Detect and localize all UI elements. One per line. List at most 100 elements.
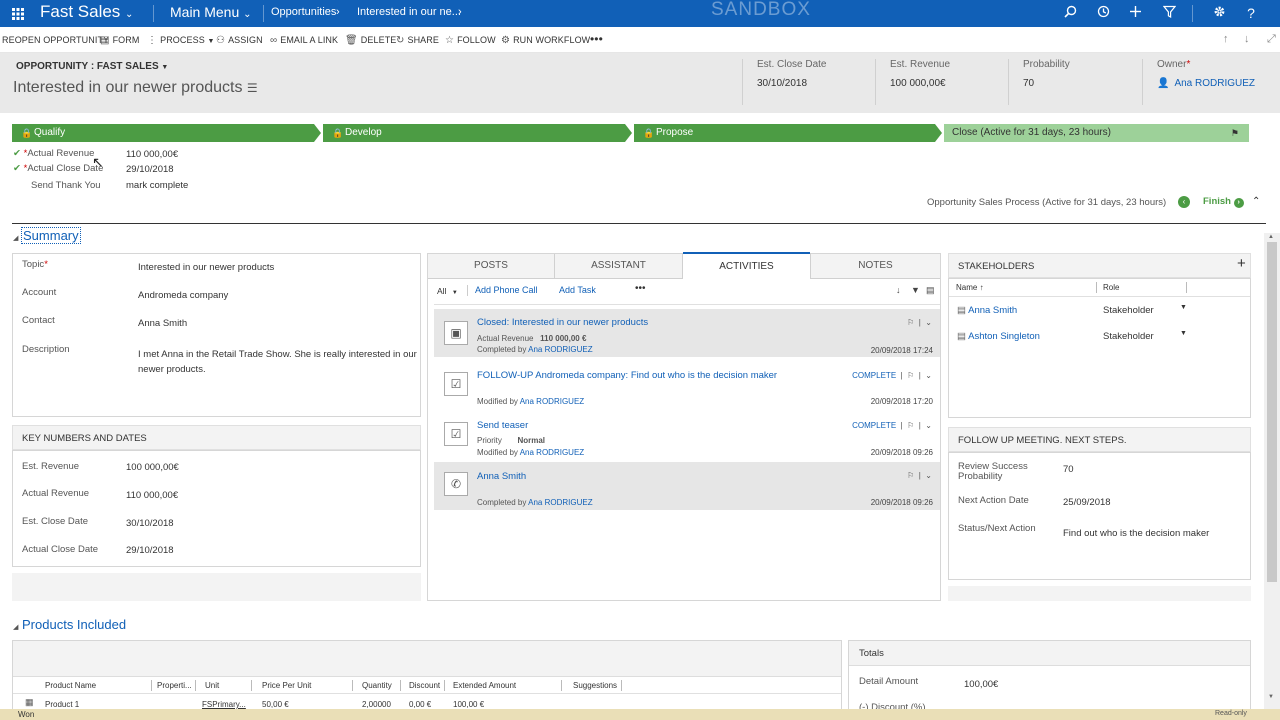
add-task-link[interactable]: Add Task bbox=[559, 285, 596, 295]
field-value[interactable]: 100 000,00€ bbox=[126, 462, 179, 473]
tab-activities[interactable]: ACTIVITIES bbox=[682, 253, 811, 279]
help-icon[interactable]: ? bbox=[1240, 3, 1262, 23]
column-header[interactable]: Price Per Unit bbox=[262, 681, 311, 690]
plus-icon[interactable] bbox=[1124, 3, 1146, 23]
stage-develop[interactable]: 🔒 Develop bbox=[323, 124, 625, 142]
column-header[interactable]: Discount bbox=[409, 681, 440, 690]
table-cell[interactable]: Product 1 bbox=[45, 700, 79, 709]
gear-icon[interactable] bbox=[1208, 3, 1230, 23]
field-value[interactable]: 30/10/2018 bbox=[757, 78, 876, 89]
activity-title[interactable]: Anna Smith bbox=[477, 471, 526, 482]
stage-qualify[interactable]: 🔒 Qualify bbox=[12, 124, 314, 142]
by-user-link[interactable]: Ana RODRIGUEZ bbox=[520, 397, 584, 406]
table-cell[interactable]: 50,00 € bbox=[262, 700, 289, 709]
field-value[interactable]: 100 000,00€ bbox=[890, 78, 1009, 89]
field-value[interactable]: 110 000,00€ bbox=[126, 490, 178, 501]
stakeholder-name-link[interactable]: Anna Smith bbox=[968, 305, 1017, 316]
follow-button[interactable]: ☆ FOLLOW bbox=[445, 35, 496, 46]
step-value[interactable]: 110 000,00€ bbox=[126, 149, 178, 160]
table-cell[interactable]: 0,00 € bbox=[409, 700, 431, 709]
breadcrumb-opportunities[interactable]: Opportunities bbox=[271, 6, 336, 18]
by-user-link[interactable]: Ana RODRIGUEZ bbox=[528, 498, 592, 507]
sort-icon[interactable]: ↓ bbox=[896, 285, 901, 295]
stakeholder-name-link[interactable]: Ashton Singleton bbox=[968, 331, 1040, 342]
activity-title[interactable]: FOLLOW-UP Andromeda company: Find out wh… bbox=[477, 370, 777, 381]
by-user-link[interactable]: Ana RODRIGUEZ bbox=[528, 345, 592, 354]
advanced-find-icon[interactable] bbox=[1158, 3, 1180, 23]
list-icon[interactable]: ☰ bbox=[247, 81, 258, 95]
tab-posts[interactable]: POSTS bbox=[428, 253, 554, 279]
field-value[interactable]: 30/10/2018 bbox=[126, 518, 174, 529]
field-value[interactable]: 25/09/2018 bbox=[1063, 497, 1111, 508]
field-value[interactable]: 70 bbox=[1063, 464, 1074, 475]
item-controls[interactable]: COMPLETE | ⚐ | ⌄ bbox=[852, 371, 932, 380]
step-value[interactable]: 29/10/2018 bbox=[126, 164, 174, 175]
form-selector[interactable]: OPPORTUNITY : FAST SALES ▼ bbox=[16, 61, 168, 72]
caret-down-icon[interactable]: ▼ bbox=[1180, 330, 1187, 337]
column-header-name[interactable]: Name ↑ bbox=[956, 283, 984, 292]
caret-down-icon[interactable]: ▼ bbox=[1180, 304, 1187, 311]
description-line-2[interactable]: newer products. bbox=[138, 364, 206, 375]
previous-record-icon[interactable]: ↑ bbox=[1223, 33, 1229, 45]
more-actions-icon[interactable]: ••• bbox=[635, 283, 646, 294]
contact-link[interactable]: Anna Smith bbox=[138, 318, 187, 329]
collapse-icon[interactable]: ⌃ bbox=[1252, 196, 1260, 207]
column-header[interactable]: Properti... bbox=[157, 681, 192, 690]
tab-assistant[interactable]: ASSISTANT bbox=[555, 253, 682, 279]
item-controls[interactable]: ⚐ | ⌄ bbox=[907, 471, 932, 480]
stage-close[interactable]: Close (Active for 31 days, 23 hours) ⚑ bbox=[944, 124, 1249, 142]
owner-link[interactable]: Ana RODRIGUEZ bbox=[1174, 78, 1255, 89]
complete-button[interactable]: COMPLETE bbox=[852, 421, 896, 430]
table-row[interactable]: ▤ Anna Smith bbox=[957, 305, 1017, 316]
process-button[interactable]: ⋮ PROCESS ▼ bbox=[147, 35, 214, 46]
search-icon[interactable] bbox=[1059, 3, 1081, 23]
scroll-up-icon[interactable]: ▲ bbox=[1268, 234, 1274, 240]
column-header[interactable]: Product Name bbox=[45, 681, 96, 690]
add-phone-call-link[interactable]: Add Phone Call bbox=[475, 285, 538, 295]
field-value[interactable]: 70 bbox=[1023, 78, 1142, 89]
column-header[interactable]: Suggestions bbox=[573, 681, 617, 690]
next-record-icon[interactable]: ↓ bbox=[1244, 33, 1250, 45]
main-menu-button[interactable]: Main Menu ⌄ bbox=[170, 4, 252, 20]
products-section-header[interactable]: ◢ Products Included bbox=[13, 617, 126, 632]
activity-item[interactable]: ☑ FOLLOW-UP Andromeda company: Find out … bbox=[434, 362, 940, 408]
table-row[interactable]: ▤ Ashton Singleton bbox=[957, 331, 1040, 342]
recent-history-icon[interactable] bbox=[1092, 3, 1114, 23]
form-button[interactable]: ▤ FORM bbox=[100, 35, 139, 46]
item-controls[interactable]: COMPLETE | ⚐ | ⌄ bbox=[852, 421, 932, 430]
run-workflow-button[interactable]: ⚙ RUN WORKFLOW bbox=[501, 35, 590, 46]
field-value[interactable]: 100,00€ bbox=[964, 679, 998, 690]
account-link[interactable]: Andromeda company bbox=[138, 290, 228, 301]
back-arrow-icon[interactable]: ‹ bbox=[1178, 196, 1190, 208]
topic-field[interactable]: Interested in our newer products bbox=[138, 262, 274, 273]
scrollbar[interactable]: ▲ ▼ bbox=[1264, 233, 1280, 709]
email-a-link-button[interactable]: ∞ EMAIL A LINK bbox=[270, 35, 338, 46]
column-header[interactable]: Quantity bbox=[362, 681, 392, 690]
mark-complete-link[interactable]: mark complete bbox=[126, 180, 188, 191]
filter-icon[interactable]: ▼ bbox=[911, 285, 920, 295]
expand-icon[interactable]: ⤢ bbox=[1267, 33, 1276, 46]
share-button[interactable]: ↻ SHARE bbox=[396, 35, 439, 46]
filter-select[interactable]: All ▼ bbox=[437, 286, 458, 296]
field-value[interactable]: Find out who is the decision maker bbox=[1063, 528, 1209, 539]
app-name-button[interactable]: Fast Sales ⌄ bbox=[40, 2, 133, 22]
table-cell[interactable]: 100,00 € bbox=[453, 700, 484, 709]
field-value[interactable]: 29/10/2018 bbox=[126, 545, 174, 556]
activity-item[interactable]: ▣ Closed: Interested in our newer produc… bbox=[434, 309, 940, 357]
table-cell[interactable]: 2,00000 bbox=[362, 700, 391, 709]
add-stakeholder-icon[interactable]: + bbox=[1237, 255, 1246, 272]
stage-propose[interactable]: 🔒 Propose bbox=[634, 124, 935, 142]
column-header-role[interactable]: Role bbox=[1103, 283, 1119, 292]
column-header[interactable]: Extended Amount bbox=[453, 681, 516, 690]
app-launcher-icon[interactable] bbox=[0, 0, 36, 27]
complete-button[interactable]: COMPLETE bbox=[852, 371, 896, 380]
unit-link[interactable]: FSPrimary... bbox=[202, 700, 246, 709]
tab-notes[interactable]: NOTES bbox=[811, 253, 940, 279]
chevron-right-icon[interactable]: › bbox=[458, 6, 462, 18]
breadcrumb-record[interactable]: Interested in our ne... bbox=[357, 6, 461, 18]
reopen-opportunity-button[interactable]: REOPEN OPPORTUNITY bbox=[2, 35, 109, 45]
scroll-down-icon[interactable]: ▼ bbox=[1268, 694, 1274, 700]
activity-title[interactable]: Closed: Interested in our newer products bbox=[477, 317, 648, 328]
view-icon[interactable]: ▤ bbox=[926, 285, 935, 296]
item-controls[interactable]: ⚐ | ⌄ bbox=[907, 318, 932, 327]
